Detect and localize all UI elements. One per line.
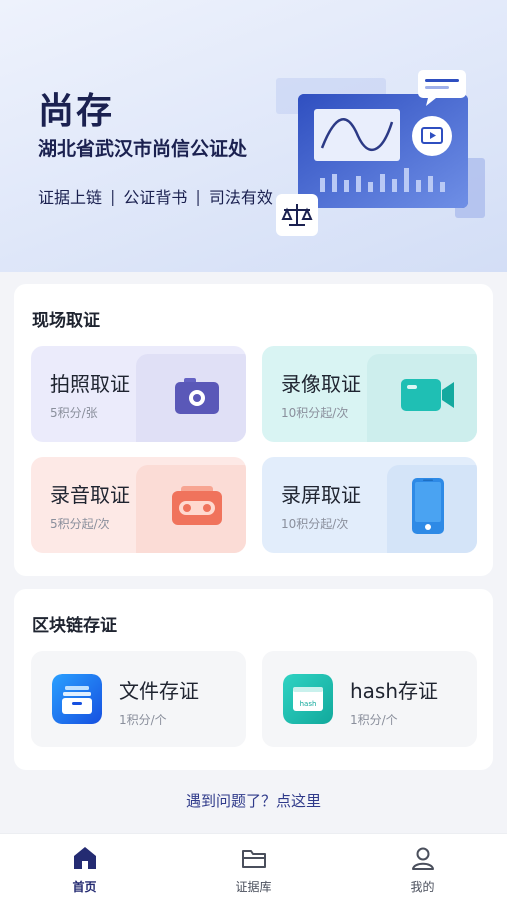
- file-evidence-tile[interactable]: 文件存证 1积分/个: [31, 651, 246, 747]
- tab-label: 首页: [72, 880, 97, 894]
- feature-tag-onchain: 证据上链: [38, 188, 103, 207]
- tile-price: 5积分/张: [50, 406, 98, 420]
- notary-office-name: 湖北省武汉市尚信公证处: [38, 138, 248, 160]
- tile-label: 录屏取证: [281, 483, 361, 507]
- feature-tags: 证据上链 | 公证背书 | 司法有效: [38, 184, 273, 208]
- tile-price: 5积分起/次: [50, 517, 110, 531]
- tile-label: 拍照取证: [50, 372, 130, 396]
- hash-card-icon: hash: [283, 674, 333, 724]
- feature-tag-endorsement: 公证背书: [123, 188, 188, 207]
- camera-icon: [175, 378, 219, 414]
- file-box-icon: [52, 674, 102, 724]
- phone-icon: [412, 478, 444, 534]
- help-link[interactable]: 遇到问题了？点这里: [0, 790, 507, 811]
- hero-illustration: [276, 70, 485, 236]
- tab-mine[interactable]: 我的: [338, 834, 507, 900]
- folder-icon: [241, 850, 266, 868]
- blockchain-evidence-card: 区块链存证 文件存证 1积分/个 hash hash存证 1积分/个: [14, 589, 493, 770]
- scene-evidence-title: 现场取证: [32, 311, 100, 331]
- cassette-icon: [172, 486, 222, 525]
- tab-label: 我的: [410, 880, 435, 894]
- tile-price: 1积分/个: [119, 713, 167, 727]
- user-icon: [411, 847, 434, 870]
- photo-evidence-tile[interactable]: 拍照取证 5积分/张: [31, 346, 246, 442]
- tab-label: 证据库: [235, 880, 272, 894]
- tile-label: 文件存证: [119, 679, 199, 703]
- audio-evidence-tile[interactable]: 录音取证 5积分起/次: [31, 457, 246, 553]
- home-icon: [73, 847, 96, 869]
- scene-evidence-card: 现场取证 拍照取证 5积分/张 录像取证 10积分起/次 录音取证 5积分起/次: [14, 284, 493, 576]
- tile-label: 录音取证: [50, 483, 130, 507]
- hash-evidence-tile[interactable]: hash hash存证 1积分/个: [262, 651, 477, 747]
- hash-icon-text: hash: [300, 700, 317, 708]
- tab-home[interactable]: 首页: [0, 834, 169, 900]
- tile-label: hash存证: [350, 679, 439, 703]
- tab-evidence-library[interactable]: 证据库: [169, 834, 338, 900]
- screen-record-tile[interactable]: 录屏取证 10积分起/次: [262, 457, 477, 553]
- video-camera-icon: [401, 379, 454, 411]
- blockchain-evidence-title: 区块链存证: [32, 616, 117, 636]
- tile-label: 录像取证: [281, 372, 361, 396]
- feature-tag-legal: 司法有效: [208, 188, 273, 207]
- video-evidence-tile[interactable]: 录像取证 10积分起/次: [262, 346, 477, 442]
- hero-banner: 尚存 湖北省武汉市尚信公证处 证据上链 | 公证背书 | 司法有效: [0, 0, 507, 272]
- tile-price: 10积分起/次: [281, 406, 349, 420]
- bottom-tab-bar: 首页 证据库 我的: [0, 833, 507, 900]
- tile-price: 10积分起/次: [281, 517, 349, 531]
- tile-price: 1积分/个: [350, 713, 398, 727]
- app-title: 尚存: [38, 91, 115, 132]
